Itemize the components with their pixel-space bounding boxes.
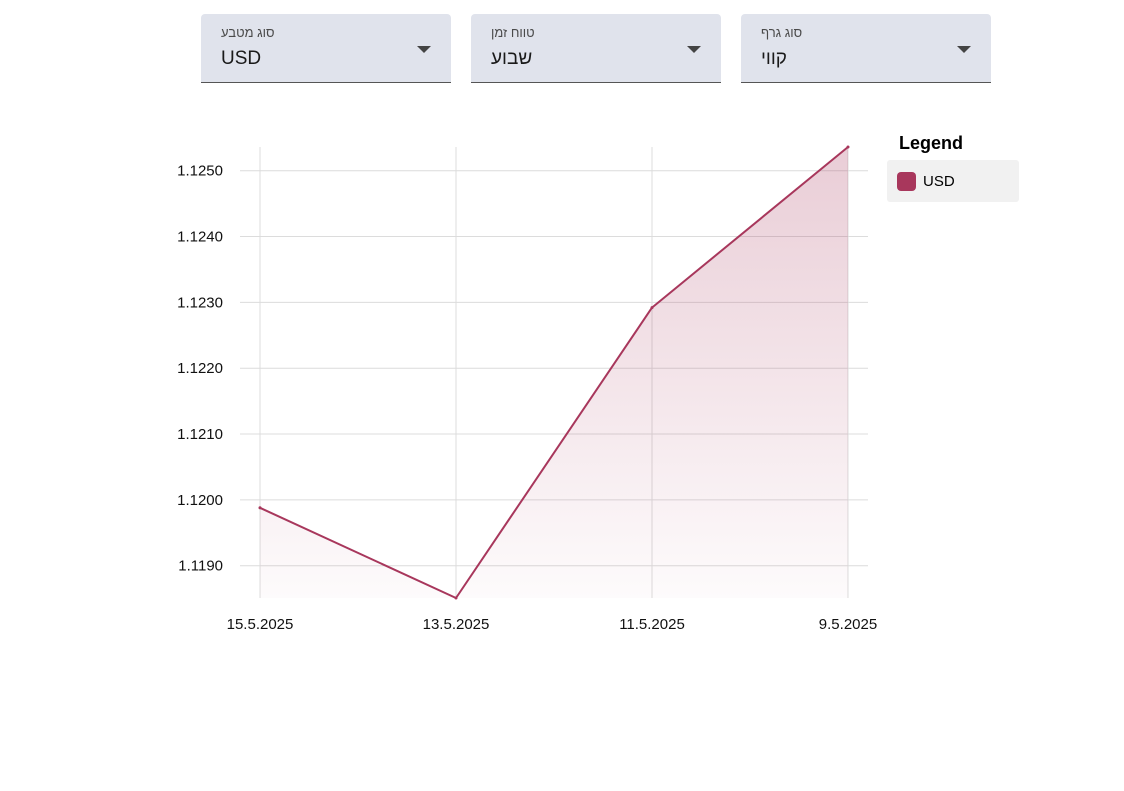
data-point — [650, 306, 654, 310]
y-tick-label: 1.1250 — [177, 163, 223, 180]
y-tick-label: 1.1220 — [177, 360, 223, 377]
x-tick-label: 15.5.2025 — [227, 616, 294, 633]
data-point — [454, 596, 458, 600]
y-tick-label: 1.1240 — [177, 229, 223, 246]
legend-item-label: USD — [923, 172, 955, 190]
x-tick-label: 9.5.2025 — [819, 616, 877, 633]
y-tick-label: 1.1190 — [178, 558, 223, 575]
exchange-rate-chart: 1.1190 1.1200 1.1210 1.1220 1.1230 1.1240 1.12… — [177, 145, 877, 633]
legend: Legend USD — [887, 133, 1019, 202]
series-area-usd — [260, 147, 848, 598]
y-tick-label: 1.1230 — [177, 294, 223, 311]
legend-item-usd[interactable]: USD — [887, 160, 1019, 202]
data-point — [258, 506, 262, 510]
y-tick-label: 1.1200 — [177, 492, 223, 509]
x-tick-label: 11.5.2025 — [619, 616, 685, 633]
x-tick-label: 13.5.2025 — [423, 616, 490, 633]
legend-title: Legend — [899, 133, 964, 153]
legend-swatch — [897, 171, 916, 191]
data-point — [846, 145, 850, 149]
y-tick-label: 1.1210 — [177, 426, 223, 443]
